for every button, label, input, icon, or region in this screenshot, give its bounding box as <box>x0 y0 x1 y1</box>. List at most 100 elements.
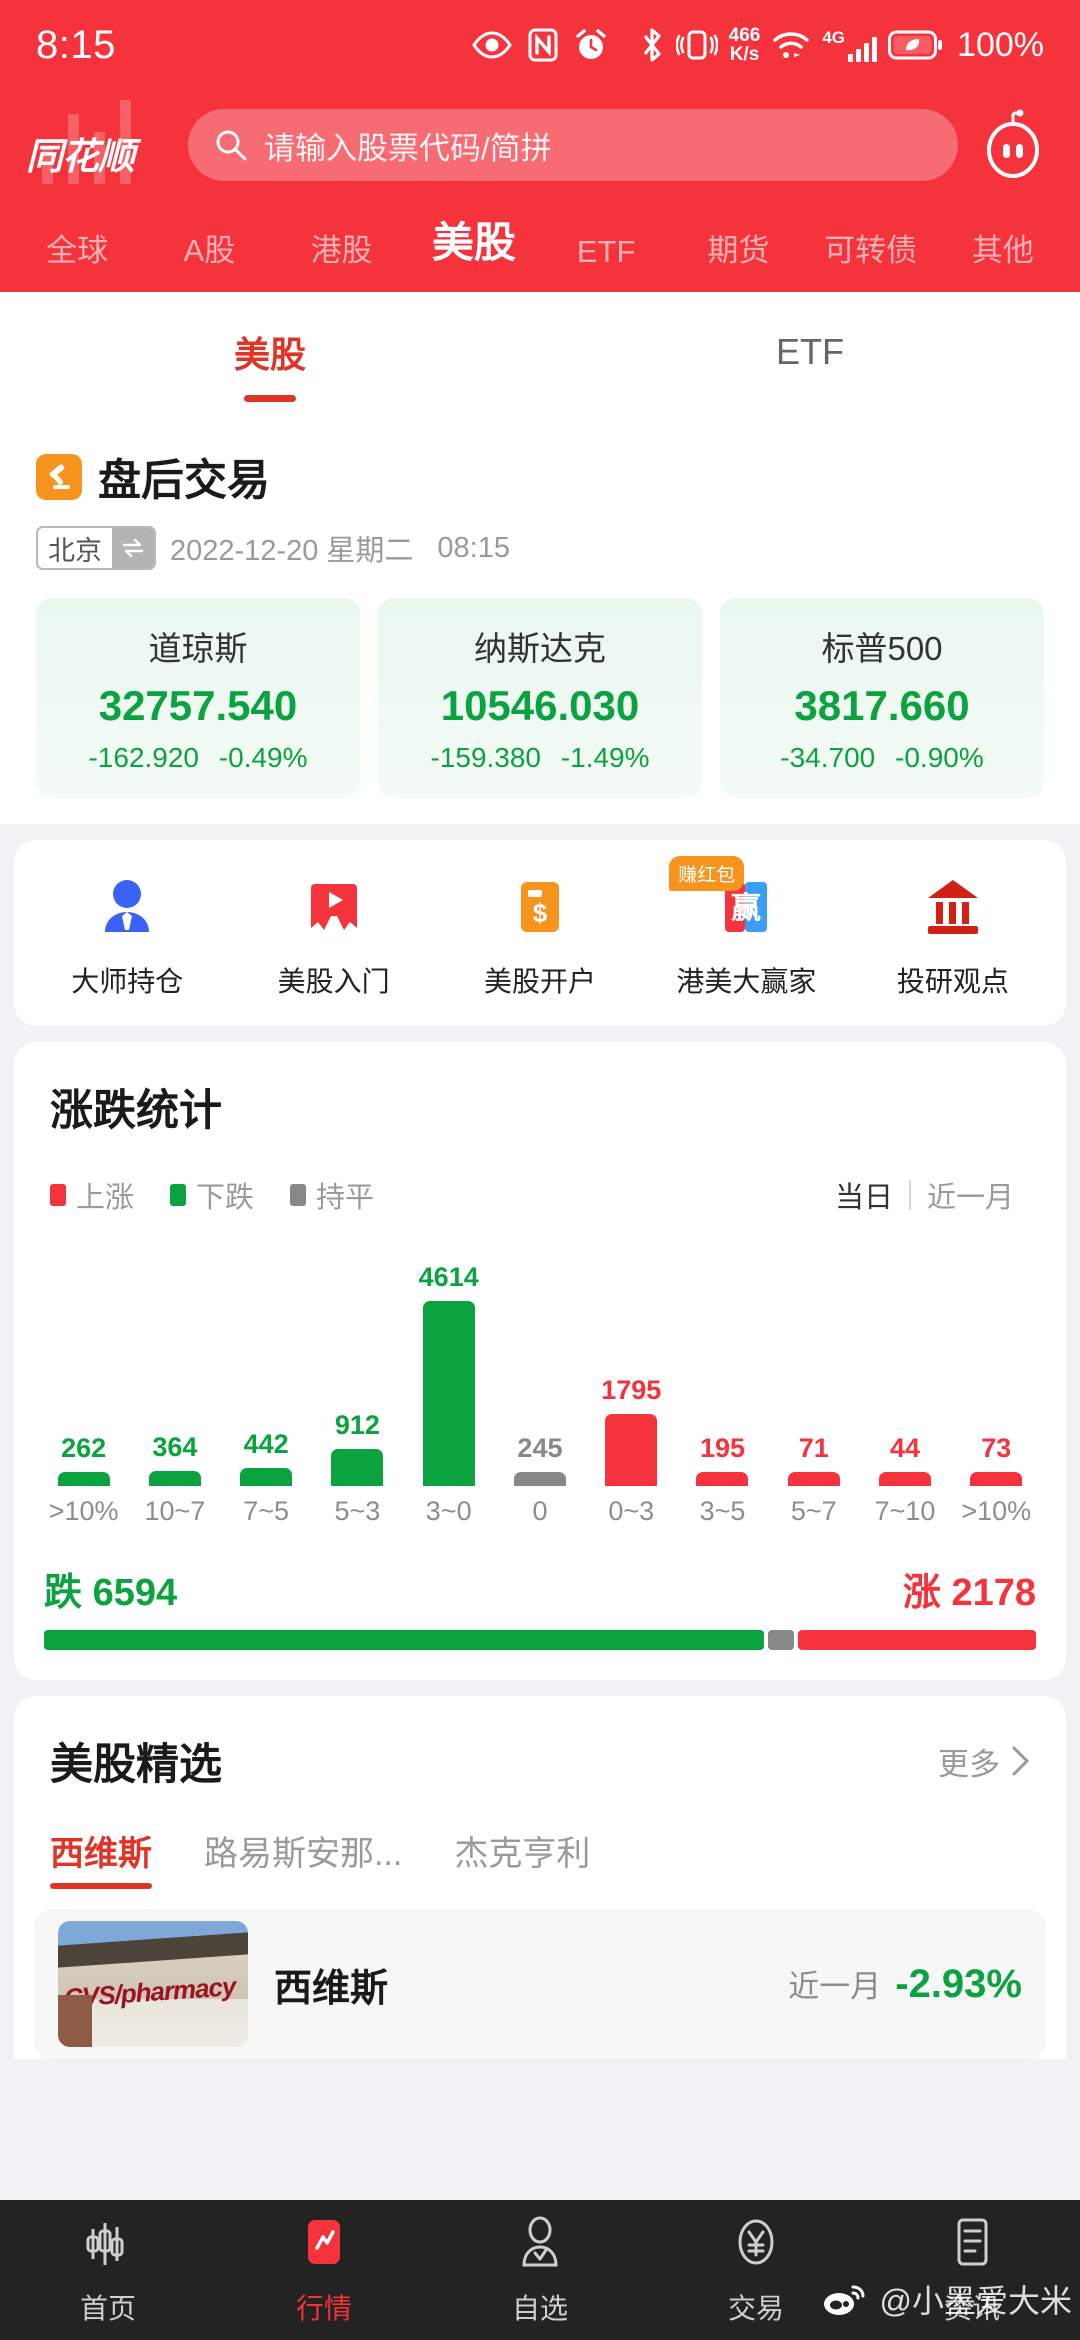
legend-down-label: 下跌 <box>196 1182 255 1214</box>
search-input[interactable]: 请输入股票代码/简拼 <box>188 109 958 181</box>
index-cards: 道琼斯 32757.540 -162.920 -0.49% 纳斯达克 10546… <box>0 570 1080 798</box>
pick-stock-change: -2.93% <box>895 1962 1022 2006</box>
picks-more-button[interactable]: 更多 <box>938 1739 1030 1784</box>
tab-us-stocks[interactable]: 美股 <box>0 292 540 412</box>
nav-item-hk-shares[interactable]: 港股 <box>279 225 405 270</box>
bank-icon <box>916 870 990 944</box>
nfc-icon <box>528 28 558 62</box>
chart-bar-value: 364 <box>152 1432 198 1462</box>
index-value: 32757.540 <box>98 682 298 729</box>
stats-title: 涨跌统计 <box>50 1087 222 1135</box>
bottom-nav-quotes[interactable]: 行情 <box>216 2213 432 2327</box>
nav-item-a-shares[interactable]: A股 <box>146 225 272 270</box>
nav-item-etf[interactable]: ETF <box>543 234 669 270</box>
network-speed: 466 K/s <box>729 26 761 64</box>
shortcut-us-stock-intro[interactable]: 美股入门 <box>230 870 436 1000</box>
legend-up: 上涨 <box>50 1174 134 1216</box>
timezone-switch[interactable]: 北京 <box>36 526 156 570</box>
pick-stock-name: 西维斯 <box>274 1967 389 2010</box>
nav-item-others[interactable]: 其他 <box>940 225 1066 270</box>
index-card[interactable]: 标普500 3817.660 -34.700 -0.90% <box>720 598 1044 798</box>
chart-x-label: 3~5 <box>699 1496 746 1526</box>
chart-bar-value: 245 <box>517 1433 563 1463</box>
chart-bar-column: 44 <box>859 1433 950 1486</box>
chart-bar <box>57 1472 110 1486</box>
chart-bar <box>240 1468 293 1486</box>
pick-tab-cvs[interactable]: 西维斯 <box>50 1826 152 1889</box>
index-change-pct: -1.49% <box>560 742 650 773</box>
chart-bar-column: 71 <box>768 1433 859 1486</box>
chart-x-label: 7~10 <box>874 1496 936 1526</box>
shortcut-master-holdings[interactable]: 大师持仓 <box>24 870 230 1000</box>
shortcut-label: 美股入门 <box>277 966 390 997</box>
range-today[interactable]: 当日 <box>819 1174 909 1216</box>
chart-x-labels: >10% 10~7 7~5 5~3 3~0 0 0~3 3~5 5~7 7~10 >10% <box>38 1496 1042 1527</box>
chart-x-label: 5~3 <box>334 1496 381 1526</box>
chart-bar-column: 4614 <box>403 1262 494 1486</box>
after-hours-title: 盘后交易 <box>98 457 270 505</box>
index-change-pct: -0.49% <box>218 742 308 773</box>
updown-summary: 跌 6594 涨 2178 <box>14 1527 1066 1616</box>
pick-tab-louisiana[interactable]: 路易斯安那... <box>204 1826 402 1889</box>
summary-up: 涨 2178 <box>903 1561 1036 1616</box>
nav-item-futures[interactable]: 期货 <box>675 225 801 270</box>
chart-bar-value: 442 <box>243 1429 289 1459</box>
nav-item-convertible-bonds[interactable]: 可转债 <box>808 225 934 270</box>
pick-stock-thumbnail: CVS/pharmacy <box>58 1921 248 2047</box>
index-card[interactable]: 道琼斯 32757.540 -162.920 -0.49% <box>36 598 360 798</box>
shortcut-research-views[interactable]: 投研观点 <box>850 870 1056 1000</box>
dollar-card-icon: $ <box>503 870 577 944</box>
bottom-nav-watchlist[interactable]: 自选 <box>432 2213 648 2327</box>
tab-etf-label: ETF <box>776 331 844 372</box>
range-month[interactable]: 近一月 <box>911 1174 1030 1216</box>
pick-tab-jack-henry[interactable]: 杰克亨利 <box>454 1826 590 1889</box>
app-logo: 同花顺 <box>20 100 170 190</box>
legend-up-swatch <box>50 1184 66 1206</box>
shortcut-row: 大师持仓 美股入门 $ 美股开户 赚红包 赢 港美大赢家 投研观点 <box>14 840 1066 1026</box>
index-card[interactable]: 纳斯达克 10546.030 -159.380 -1.49% <box>378 598 702 798</box>
picks-header: 美股精选 更多 <box>14 1730 1066 1792</box>
alarm-icon <box>576 29 606 59</box>
svg-text:$: $ <box>533 898 548 928</box>
tab-etf[interactable]: ETF <box>540 292 1080 412</box>
nav-item-us-shares[interactable]: 美股 <box>411 209 537 270</box>
legend-flat-label: 持平 <box>316 1182 375 1214</box>
chart-bar-value: 71 <box>798 1433 829 1463</box>
shortcut-hk-us-winner[interactable]: 赚红包 赢 港美大赢家 <box>643 856 849 1000</box>
updown-proportion-bar <box>44 1630 1036 1650</box>
chart-bar-value: 912 <box>334 1410 380 1440</box>
market-nav: 全球 A股 港股 美股 ETF 期货 可转债 其他 <box>0 200 1080 292</box>
chart-bar-column: 912 <box>312 1410 403 1486</box>
quote-chart-icon <box>295 2213 353 2275</box>
status-right-icons: 466 K/s 4G 100% <box>639 26 1044 65</box>
shortcut-open-account[interactable]: $ 美股开户 <box>437 870 643 1000</box>
chart-bar-value: 73 <box>981 1433 1012 1463</box>
chart-bar <box>605 1414 658 1486</box>
proportion-flat-segment <box>767 1630 795 1650</box>
updown-bar-chart: 262 364 442 912 4614 245 1795 195 71 44 73 >10% 10~… <box>14 1216 1066 1527</box>
chart-bar-value: 195 <box>699 1433 746 1463</box>
pick-stock-card[interactable]: CVS/pharmacy 西维斯 近一月 -2.93% <box>34 1909 1046 2059</box>
network-speed-value: 466 <box>728 25 761 46</box>
weibo-watermark-text: @小墨爱大米 <box>879 2283 1073 2319</box>
status-time: 8:15 <box>36 22 116 67</box>
bottom-nav-home[interactable]: 首页 <box>0 2213 216 2327</box>
after-hours-title-row: 盘后交易 <box>0 446 1080 508</box>
robot-icon[interactable] <box>976 108 1050 182</box>
video-bookmark-icon <box>297 870 371 944</box>
after-hours-meta: 北京 2022-12-20 星期二 08:15 <box>0 508 1080 570</box>
legend-flat: 持平 <box>290 1174 374 1216</box>
chart-x-label: 0~3 <box>608 1496 655 1526</box>
legend-down-swatch <box>170 1184 187 1206</box>
proportion-up-segment <box>798 1630 1036 1650</box>
proportion-down-segment <box>44 1630 764 1650</box>
chart-bars: 262 364 442 912 4614 245 1795 195 71 44 73 <box>38 1236 1042 1486</box>
chart-bar-value: 44 <box>890 1433 921 1463</box>
battery-icon <box>888 30 943 60</box>
legend-down: 下跌 <box>170 1174 254 1216</box>
search-placeholder: 请输入股票代码/简拼 <box>264 130 552 166</box>
nav-item-global[interactable]: 全球 <box>14 225 140 270</box>
chart-x-label: 0 <box>532 1496 548 1526</box>
pick-stock-performance: 近一月 -2.93% <box>788 1961 1022 2007</box>
chart-bar-column: 364 <box>129 1432 220 1486</box>
